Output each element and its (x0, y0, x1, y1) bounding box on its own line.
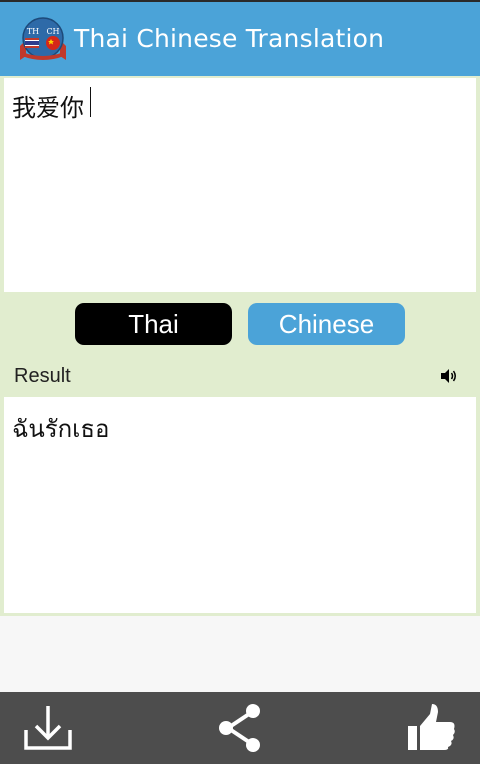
result-text: ฉันรักเธอ (4, 397, 476, 613)
share-icon[interactable] (212, 702, 268, 754)
app-bar: TH CH Thai Chinese Translation (0, 0, 480, 76)
speaker-icon[interactable] (440, 368, 458, 384)
bottom-toolbar (0, 692, 480, 764)
logo-text-left: TH (27, 27, 39, 36)
translation-panel: 我爱你 Thai Chinese Result ฉันรักเธอ (0, 76, 480, 616)
thai-button[interactable]: Thai (75, 303, 232, 345)
source-text-input[interactable]: 我爱你 (4, 78, 476, 292)
download-icon[interactable] (20, 702, 76, 754)
app-logo: TH CH (20, 17, 66, 60)
result-label: Result (14, 365, 71, 387)
app-title: Thai Chinese Translation (74, 24, 385, 53)
thumbs-up-icon[interactable] (402, 702, 458, 754)
text-cursor (90, 87, 91, 117)
logo-text-right: CH (46, 27, 59, 36)
chinese-button[interactable]: Chinese (248, 303, 405, 345)
